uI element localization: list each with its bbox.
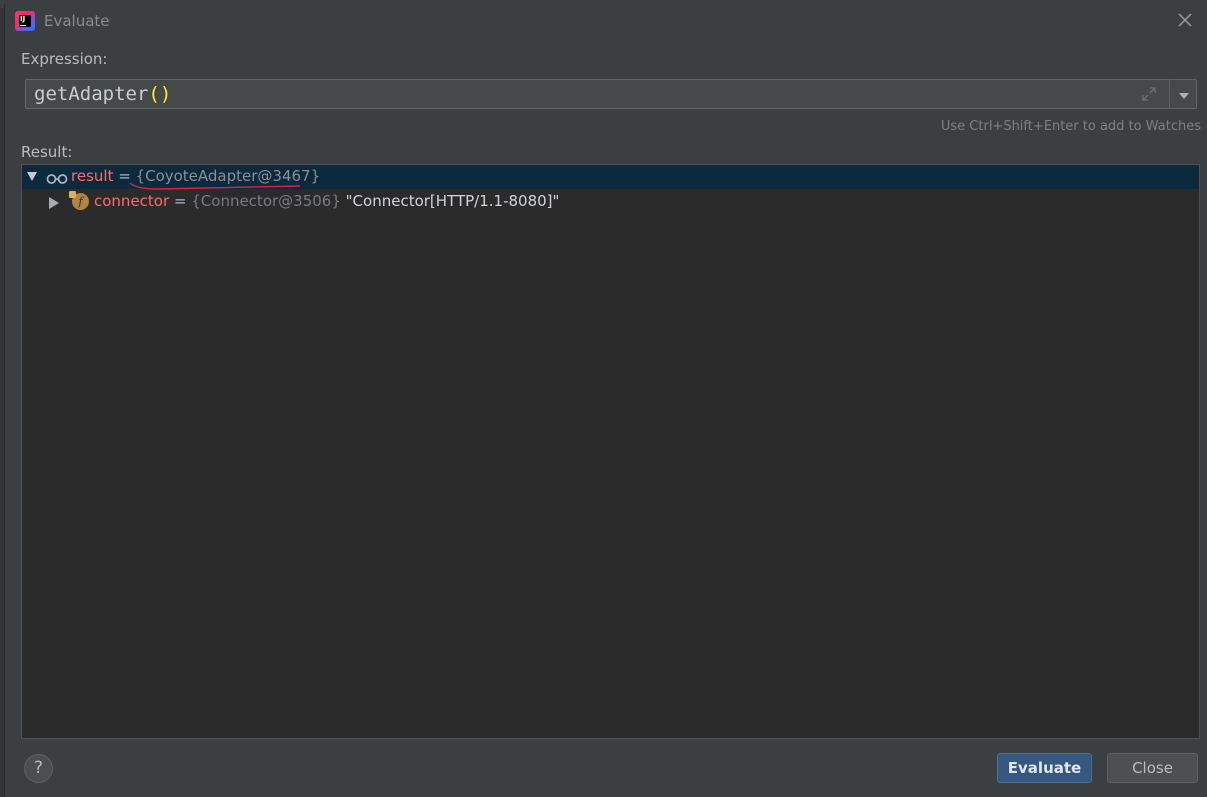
watch-glasses-icon bbox=[46, 171, 68, 184]
expression-method: getAdapter bbox=[34, 83, 149, 105]
object-reference: {Connector@3506} bbox=[191, 192, 341, 210]
evaluate-dialog: IJ Evaluate Expression: getAdapter() Use… bbox=[4, 4, 1207, 797]
intellij-logo-icon: IJ bbox=[15, 11, 35, 31]
expand-down-icon[interactable] bbox=[27, 172, 37, 181]
expression-label: Expression: bbox=[21, 50, 108, 68]
expand-right-icon[interactable] bbox=[49, 197, 59, 209]
tree-row-connector[interactable]: f connector = {Connector@3506} "Connecto… bbox=[22, 190, 1199, 214]
variable-name: result bbox=[71, 167, 114, 185]
dialog-titlebar: IJ Evaluate bbox=[5, 4, 1207, 36]
help-button[interactable]: ? bbox=[24, 754, 53, 783]
history-dropdown-button[interactable] bbox=[1169, 79, 1197, 109]
expression-input[interactable]: getAdapter() bbox=[25, 79, 1170, 109]
dialog-title: Evaluate bbox=[44, 12, 110, 30]
close-icon[interactable] bbox=[1175, 10, 1195, 30]
evaluate-button[interactable]: Evaluate bbox=[997, 753, 1092, 783]
expression-text: getAdapter() bbox=[34, 83, 171, 105]
chevron-down-icon bbox=[1179, 93, 1189, 99]
expression-parens: () bbox=[148, 83, 172, 105]
lock-icon bbox=[69, 191, 76, 198]
field-f-icon: f bbox=[69, 191, 89, 210]
close-button[interactable]: Close bbox=[1107, 753, 1198, 783]
equals-sign: = bbox=[169, 192, 192, 210]
expand-editor-icon[interactable] bbox=[1141, 86, 1157, 102]
tree-row-text: connector = {Connector@3506} "Connector[… bbox=[94, 192, 559, 210]
watches-hint: Use Ctrl+Shift+Enter to add to Watches bbox=[940, 119, 1201, 134]
variable-name: connector bbox=[94, 192, 170, 210]
result-label: Result: bbox=[21, 143, 73, 161]
string-value: "Connector[HTTP/1.1-8080]" bbox=[340, 192, 560, 210]
result-tree[interactable]: result = {CoyoteAdapter@3467} f connecto… bbox=[21, 164, 1200, 739]
tree-row-result[interactable]: result = {CoyoteAdapter@3467} bbox=[22, 165, 1199, 190]
